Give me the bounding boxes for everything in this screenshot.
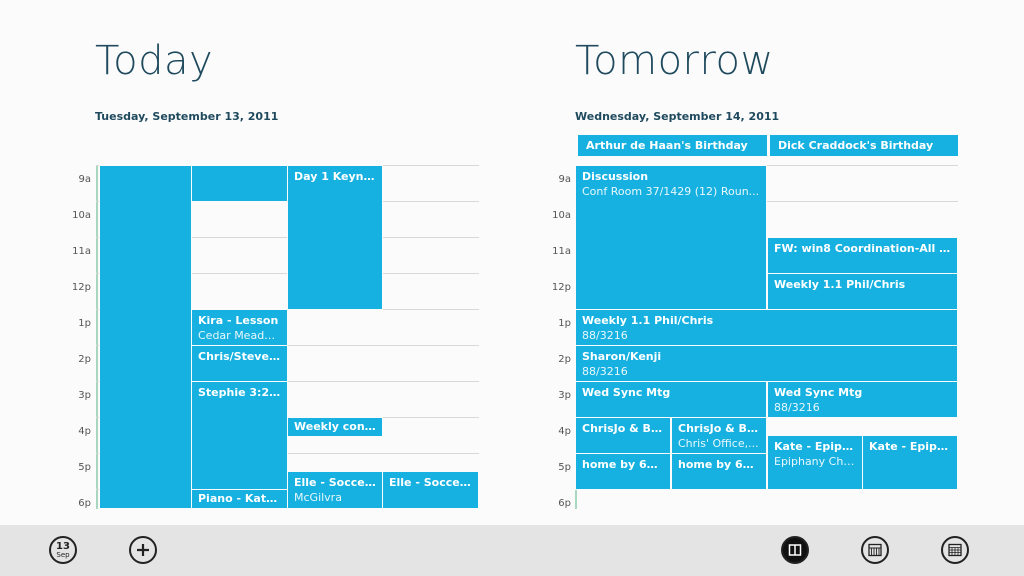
- hour-label: 4p: [558, 426, 571, 437]
- event-block[interactable]: [191, 165, 288, 202]
- hour-label: 1p: [78, 318, 91, 329]
- event-location: Cedar Meado...: [198, 329, 281, 342]
- event-block[interactable]: [99, 165, 192, 509]
- hour-label: 2p: [78, 354, 91, 365]
- day-view-button[interactable]: [781, 536, 809, 564]
- hour-label: 9a: [558, 174, 572, 185]
- event-title: Weekly 1.1 Phil/Chris: [582, 314, 714, 327]
- hour-label: 11a: [72, 246, 91, 257]
- event-kate-epiphany[interactable]: Kate - Epipha...: [862, 435, 958, 490]
- month-view-button[interactable]: [941, 536, 969, 564]
- hour-label: 5p: [558, 462, 571, 473]
- event-stephie[interactable]: Stephie 3:20...: [191, 381, 288, 490]
- event-title: Elle - Soccer...: [389, 476, 472, 489]
- hour-label: 10a: [72, 210, 91, 221]
- event-kira-lesson[interactable]: Kira - Lesson Cedar Meado...: [191, 309, 288, 346]
- event-title: Chris/Steven...: [198, 350, 281, 363]
- event-sharon-kenji[interactable]: Sharon/Kenji 88/3216: [575, 345, 958, 382]
- hour-label: 3p: [558, 390, 571, 401]
- event-title: ChrisJo & BH...: [678, 422, 760, 435]
- event-day1-keynote[interactable]: Day 1 Keynote: [287, 165, 383, 310]
- hour-label: 4p: [78, 426, 91, 437]
- event-kate-epiphany[interactable]: Kate - Epipha... Epiphany Chu...: [767, 435, 863, 490]
- today-date: Tuesday, September 13, 2011: [95, 110, 279, 123]
- event-chrisjo-bh[interactable]: ChrisJo & BH... Chris' Office,...: [671, 417, 767, 454]
- event-title: home by 6p...: [678, 458, 760, 471]
- event-win8-coordination[interactable]: FW: win8 Coordination-All (n...: [767, 237, 958, 274]
- event-location: Conf Room 37/1429 (12) Roun...: [582, 185, 760, 198]
- time-axis-line: [96, 165, 98, 509]
- event-title: Kate - Epipha...: [869, 440, 951, 453]
- add-event-button[interactable]: [129, 536, 157, 564]
- event-location: 88/3216: [582, 329, 628, 342]
- event-chrisjo-bh[interactable]: ChrisJo & BH...: [575, 417, 671, 454]
- hour-label: 12p: [71, 282, 91, 293]
- allday-event[interactable]: Dick Craddock's Birthday: [767, 135, 958, 156]
- event-title: home by 6p...: [582, 458, 664, 471]
- hour-label: 12p: [551, 282, 571, 293]
- hour-label: 6p: [78, 498, 91, 509]
- event-piano-kate[interactable]: Piano - Kate...: [191, 489, 288, 509]
- event-location: Chris' Office,...: [678, 437, 759, 450]
- today-day-grid: Day 1 Keynote Kira - Lesson Cedar Meado.…: [96, 165, 479, 509]
- today-title: Today: [95, 38, 214, 84]
- event-wed-sync[interactable]: Wed Sync Mtg: [575, 381, 767, 418]
- event-discussion[interactable]: Discussion Conf Room 37/1429 (12) Roun..…: [575, 165, 767, 310]
- hour-label: 5p: [78, 462, 91, 473]
- event-weekly-phil-chris[interactable]: Weekly 1.1 Phil/Chris 88/3216: [575, 309, 958, 346]
- event-title: Piano - Kate...: [198, 492, 281, 505]
- today-button[interactable]: 13 Sep: [49, 536, 77, 564]
- event-title: Kate - Epipha...: [774, 440, 856, 453]
- event-title: Day 1 Keynote: [294, 170, 376, 183]
- event-location: 88/3216: [582, 365, 628, 378]
- today-icon-day: 13: [56, 540, 70, 552]
- hour-label: 1p: [558, 318, 571, 329]
- today-icon-month: Sep: [56, 550, 70, 559]
- event-title: Stephie 3:20...: [198, 386, 281, 399]
- event-title: Sharon/Kenji: [582, 350, 662, 363]
- event-home-by-6p[interactable]: home by 6p...: [671, 453, 767, 490]
- event-chris-steven[interactable]: Chris/Steven...: [191, 345, 288, 382]
- allday-event[interactable]: Arthur de Haan's Birthday: [575, 135, 767, 156]
- event-elle-soccer[interactable]: Elle - Soccer... McGilvra: [287, 471, 383, 509]
- event-title: Elle - Soccer...: [294, 476, 376, 489]
- add-icon: [137, 544, 149, 556]
- event-title: Weekly 1.1 Phil/Chris: [774, 278, 906, 291]
- week-view-icon: [868, 543, 882, 557]
- month-view-icon: [948, 543, 962, 557]
- hour-label: 6p: [558, 498, 571, 509]
- hour-label: 9a: [78, 174, 92, 185]
- event-title: Wed Sync Mtg: [582, 386, 671, 399]
- week-view-button[interactable]: [861, 536, 889, 564]
- hour-label: 10a: [552, 210, 571, 221]
- event-title: FW: win8 Coordination-All (n...: [774, 242, 951, 255]
- hour-label: 2p: [558, 354, 571, 365]
- tomorrow-title: Tomorrow: [575, 38, 774, 84]
- hour-label: 3p: [78, 390, 91, 401]
- event-home-by-6p[interactable]: home by 6p...: [575, 453, 671, 490]
- event-title: Weekly conf ca: [294, 420, 376, 433]
- event-weekly-phil-chris[interactable]: Weekly 1.1 Phil/Chris: [767, 273, 958, 310]
- tomorrow-date: Wednesday, September 14, 2011: [575, 110, 780, 123]
- event-wed-sync[interactable]: Wed Sync Mtg 88/3216: [767, 381, 958, 418]
- event-location: Epiphany Chu...: [774, 455, 856, 468]
- event-title: Discussion: [582, 170, 649, 183]
- event-title: Kira - Lesson: [198, 314, 279, 327]
- day-view-icon: [788, 544, 802, 556]
- hour-label: 11a: [552, 246, 571, 257]
- app-bar: 13 Sep: [0, 525, 1024, 576]
- event-location: McGilvra: [294, 491, 342, 504]
- event-location: 88/3216: [774, 401, 820, 414]
- tomorrow-day-grid: Discussion Conf Room 37/1429 (12) Roun..…: [575, 165, 958, 509]
- event-title: Wed Sync Mtg: [774, 386, 863, 399]
- event-title: ChrisJo & BH...: [582, 422, 664, 435]
- event-elle-soccer[interactable]: Elle - Soccer...: [382, 471, 479, 509]
- event-weekly-conf-call[interactable]: Weekly conf ca: [287, 417, 383, 437]
